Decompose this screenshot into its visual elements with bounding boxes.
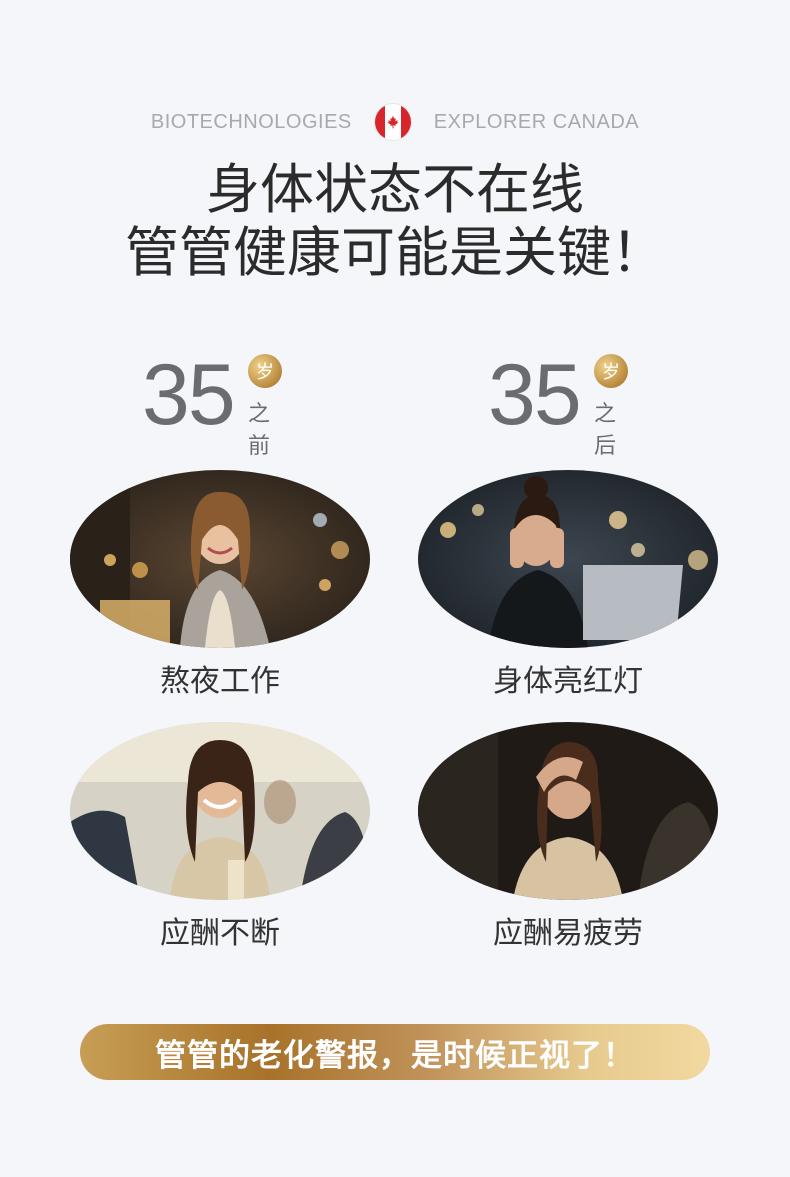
age-number: 35 xyxy=(142,347,236,443)
aging-alert-banner: 管管的老化警报，是时候正视了！ xyxy=(80,1024,710,1080)
canada-flag-icon xyxy=(373,103,412,141)
card-working-late: 熬夜工作 xyxy=(70,470,370,700)
photo-woman-smiling-office xyxy=(70,470,370,648)
card-body-warning: 身体亮红灯 xyxy=(418,470,718,700)
photo-woman-headache xyxy=(418,722,718,900)
brand-right-text: EXPLORER CANADA xyxy=(433,110,640,133)
headline-line-1: 身体状态不在线 xyxy=(206,158,584,221)
brand-left-text: BIOTECHNOLOGIES xyxy=(150,110,352,133)
age-suffix: 之前 xyxy=(248,402,271,459)
headline-line-2: 管管健康可能是关键！ xyxy=(125,221,665,284)
card-caption: 应酬易疲劳 xyxy=(493,916,643,951)
photo-woman-party-smiling xyxy=(70,722,370,900)
age-badge: 岁 xyxy=(594,354,628,388)
card-socializing: 应酬不断 xyxy=(70,722,370,952)
card-caption: 熬夜工作 xyxy=(160,664,280,699)
card-caption: 应酬不断 xyxy=(160,916,280,951)
age-number: 35 xyxy=(488,347,582,443)
age-badge: 岁 xyxy=(248,354,282,388)
age-suffix: 之后 xyxy=(594,402,617,459)
brand-row: BIOTECHNOLOGIES EXPLORER CANADA xyxy=(0,102,790,142)
card-caption: 身体亮红灯 xyxy=(493,664,643,699)
card-social-fatigue: 应酬易疲劳 xyxy=(418,722,718,952)
photo-woman-stressed-laptop xyxy=(418,470,718,648)
